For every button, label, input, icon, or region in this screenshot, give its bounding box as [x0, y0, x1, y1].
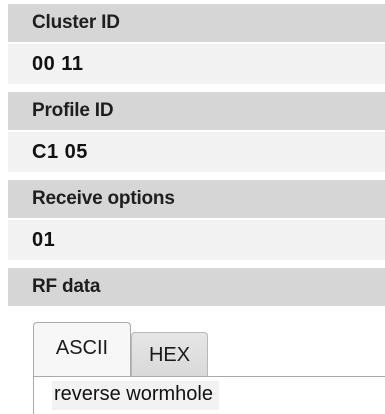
rf-data-content: reverse wormhole — [33, 376, 385, 414]
cluster-id-label: Cluster ID — [8, 4, 385, 42]
tab-hex[interactable]: HEX — [131, 332, 208, 376]
receive-options-label: Receive options — [8, 180, 385, 218]
rf-data-label: RF data — [8, 268, 385, 306]
receive-options-value: 01 — [8, 220, 385, 260]
profile-id-value: C1 05 — [8, 132, 385, 172]
packet-details-panel: Cluster ID 00 11 Profile ID C1 05 Receiv… — [8, 0, 385, 414]
cluster-id-value: 00 11 — [8, 44, 385, 84]
tab-ascii[interactable]: ASCII — [33, 322, 131, 376]
profile-id-label: Profile ID — [8, 92, 385, 130]
rf-data-section: HEX ASCII reverse wormhole — [8, 308, 385, 414]
rf-data-ascii-value: reverse wormhole — [52, 381, 219, 410]
